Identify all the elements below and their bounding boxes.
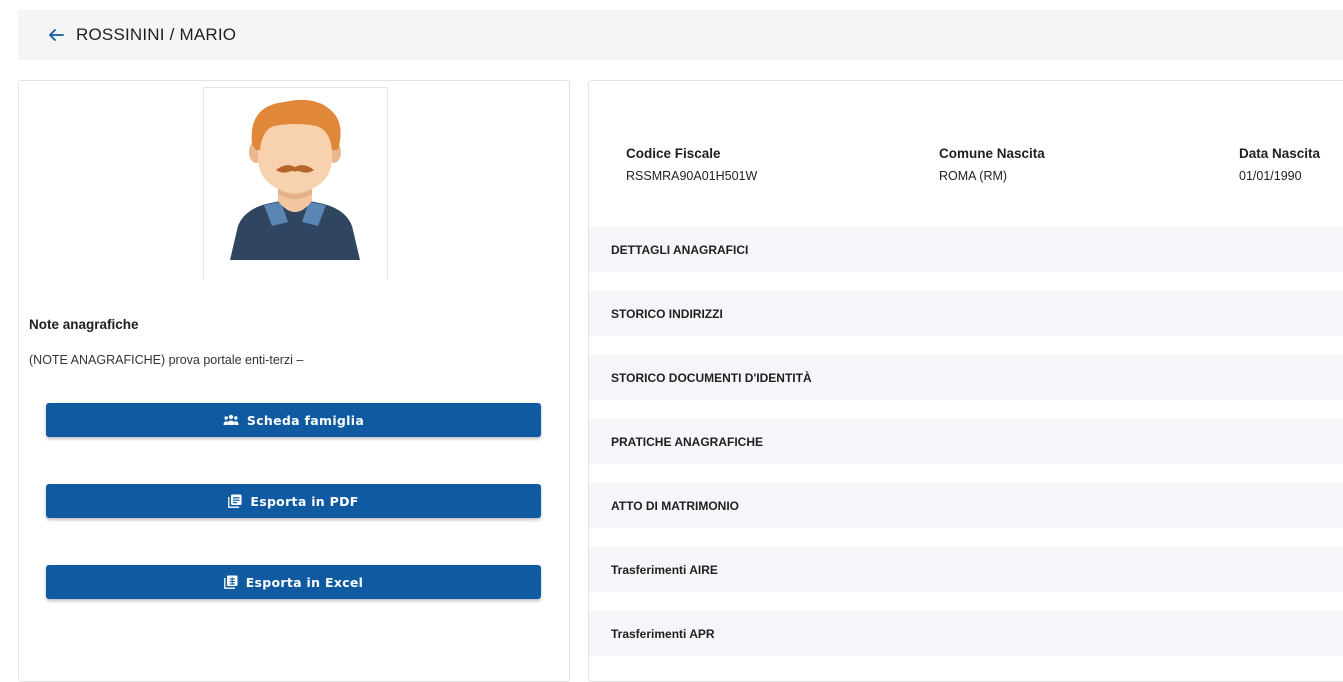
export-pdf-button[interactable]: Esporta in PDF [46,484,541,518]
section-pratiche-anagrafiche[interactable]: PRATICHE ANAGRAFICHE [589,419,1343,464]
data-nascita-label: Data Nascita [1239,146,1321,161]
section-label: PRATICHE ANAGRAFICHE [611,434,763,449]
export-pdf-label: Esporta in PDF [250,493,359,509]
comune-nascita-field: Comune Nascita ROMA (RM) [939,146,1045,183]
profile-panel: Note anagrafiche (NOTE ANAGRAFICHE) prov… [18,80,570,682]
section-atto-matrimonio[interactable]: ATTO DI MATRIMONIO [589,483,1343,528]
section-trasferimenti-apr[interactable]: Trasferimenti APR [589,611,1343,656]
page-title: ROSSININI / MARIO [76,25,237,44]
section-trasferimenti-aire[interactable]: Trasferimenti AIRE [589,547,1343,592]
page-header: ROSSININI / MARIO [18,10,1343,60]
notes-title: Note anagrafiche [29,317,139,332]
section-label: STORICO DOCUMENTI D'IDENTITÀ [611,370,812,385]
data-nascita-field: Data Nascita 01/01/1990 [1239,146,1320,183]
pdf-icon [228,494,242,508]
codice-fiscale-field: Codice Fiscale RSSMRA90A01H501W [626,146,757,183]
person-avatar-icon [230,99,360,260]
avatar-frame [203,87,388,280]
family-card-button[interactable]: Scheda famiglia [46,403,541,437]
family-card-label: Scheda famiglia [246,412,365,428]
export-excel-button[interactable]: Esporta in Excel [46,565,541,599]
section-label: Trasferimenti AIRE [611,562,718,577]
section-storico-indirizzi[interactable]: STORICO INDIRIZZI [589,291,1343,336]
comune-nascita-value: ROMA (RM) [939,169,1008,183]
data-nascita-value: 01/01/1990 [1239,169,1302,183]
excel-icon [223,575,238,589]
export-excel-label: Esporta in Excel [245,574,364,590]
section-label: Trasferimenti APR [611,626,715,641]
section-label: ATTO DI MATRIMONIO [611,498,739,513]
section-storico-documenti[interactable]: STORICO DOCUMENTI D'IDENTITÀ [589,355,1343,400]
codice-fiscale-value: RSSMRA90A01H501W [626,169,758,183]
section-label: STORICO INDIRIZZI [611,306,723,321]
section-label: DETTAGLI ANAGRAFICI [611,242,749,257]
details-panel: Codice Fiscale RSSMRA90A01H501W Comune N… [588,80,1343,682]
people-group-icon [223,414,239,425]
comune-nascita-label: Comune Nascita [939,146,1045,161]
section-dettagli-anagrafici[interactable]: DETTAGLI ANAGRAFICI [589,227,1343,272]
notes-text: (NOTE ANAGRAFICHE) prova portale enti-te… [29,353,304,367]
arrow-left-icon[interactable] [46,25,66,45]
codice-fiscale-label: Codice Fiscale [626,146,721,161]
